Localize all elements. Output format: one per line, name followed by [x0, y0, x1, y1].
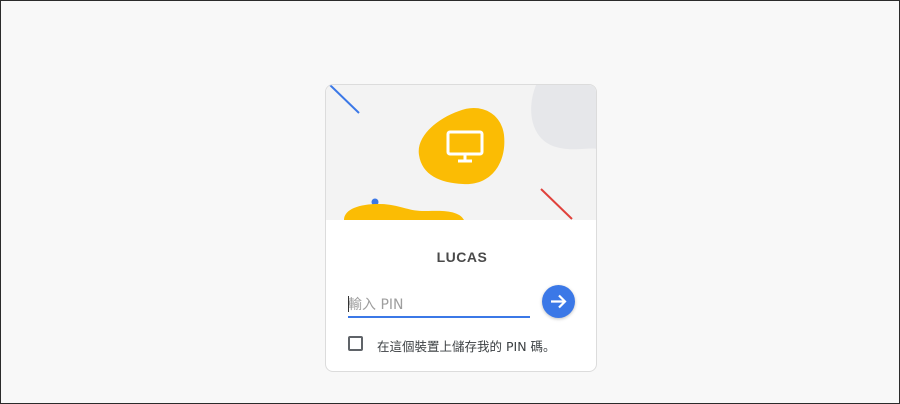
remember-pin-row[interactable]: 在這個裝置上儲存我的 PIN 碼。: [348, 335, 588, 355]
window-frame: LUCAS 在這個裝置上儲存我的 PIN 碼。: [0, 0, 900, 404]
arrow-right-icon: [551, 294, 567, 309]
text-caret: [348, 296, 349, 312]
pin-input[interactable]: [348, 296, 528, 314]
pin-field[interactable]: [348, 293, 530, 318]
red-line-shape: [540, 188, 573, 220]
username-label: LUCAS: [436, 249, 488, 265]
bottom-blob-shape: [344, 204, 464, 220]
monitor-icon: [446, 130, 484, 163]
pin-login-card: LUCAS 在這個裝置上儲存我的 PIN 碼。: [325, 84, 597, 372]
remember-pin-label[interactable]: 在這個裝置上儲存我的 PIN 碼。: [377, 336, 556, 355]
grey-blob-shape: [531, 85, 596, 150]
remember-pin-checkbox[interactable]: [348, 336, 363, 351]
submit-pin-button[interactable]: [542, 285, 575, 318]
blue-line-shape: [329, 85, 360, 114]
user-illustration: [326, 85, 596, 220]
